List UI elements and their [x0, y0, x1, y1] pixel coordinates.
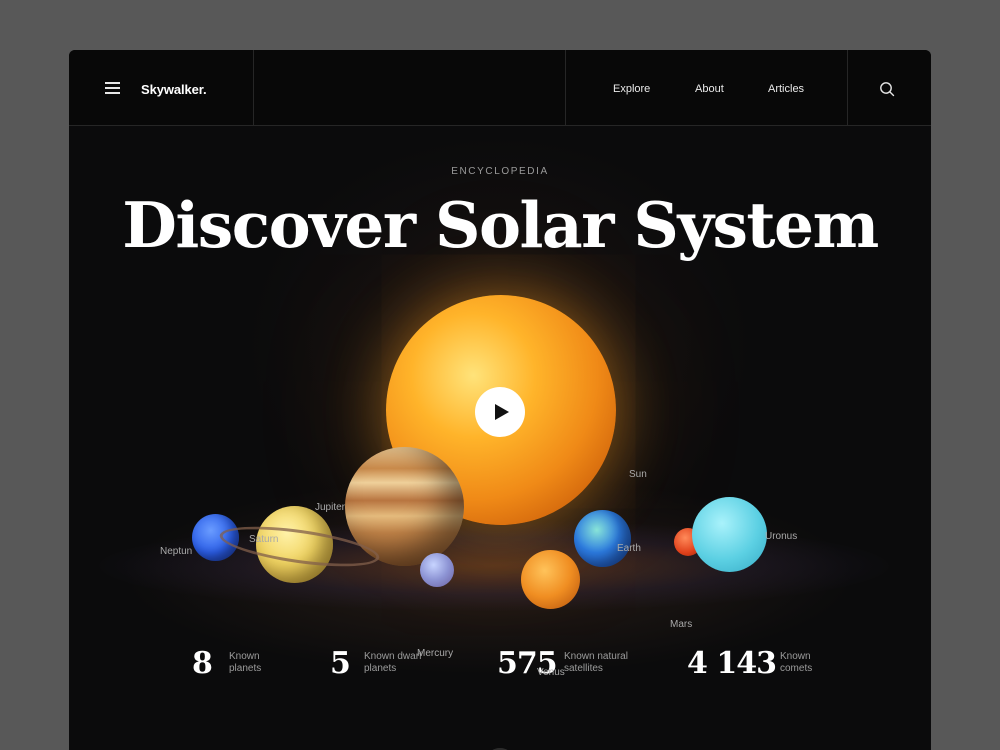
hamburger-icon[interactable]	[105, 82, 120, 94]
stat-value: 4 143	[687, 646, 777, 681]
uranus-image[interactable]	[692, 497, 767, 572]
hero-section: ENCYCLOPEDIA Discover Solar System Sun J…	[69, 126, 931, 750]
mercury-image[interactable]	[420, 553, 454, 587]
stat-value: 5	[330, 646, 351, 681]
label-neptune: Neptun	[160, 546, 193, 557]
earth-image[interactable]	[574, 510, 631, 567]
top-navigation-bar: Skywalker. Explore About Articles	[69, 50, 931, 126]
label-mars: Mars	[670, 619, 693, 630]
label-venus: Venus	[537, 667, 565, 678]
divider	[565, 50, 566, 125]
page-title: Discover Solar System	[122, 188, 879, 262]
label-saturn: Saturn	[249, 534, 279, 545]
app-window: Skywalker. Explore About Articles ENCYCL…	[69, 50, 931, 750]
label-earth: Earth	[617, 543, 641, 554]
nav-link-about[interactable]: About	[695, 83, 724, 95]
brand-logo[interactable]: Skywalker.	[141, 82, 207, 97]
venus-image[interactable]	[521, 550, 580, 609]
label-jupiter: Jupiter	[315, 502, 346, 513]
search-icon[interactable]	[879, 81, 895, 97]
play-icon[interactable]	[475, 387, 525, 437]
stat-label: Known comets	[780, 651, 813, 674]
divider	[253, 50, 254, 125]
stat-value: 8	[192, 646, 213, 681]
nav-link-explore[interactable]: Explore	[613, 83, 650, 95]
label-uranus: Uronus	[765, 531, 798, 542]
stat-label: Known natural satellites	[564, 651, 628, 674]
nav-link-articles[interactable]: Articles	[768, 83, 804, 95]
eyebrow-label: ENCYCLOPEDIA	[451, 166, 549, 177]
divider	[847, 50, 848, 125]
stat-label: Known planets	[229, 651, 262, 674]
label-mercury: Mercury	[417, 648, 454, 659]
label-sun: Sun	[629, 469, 647, 480]
